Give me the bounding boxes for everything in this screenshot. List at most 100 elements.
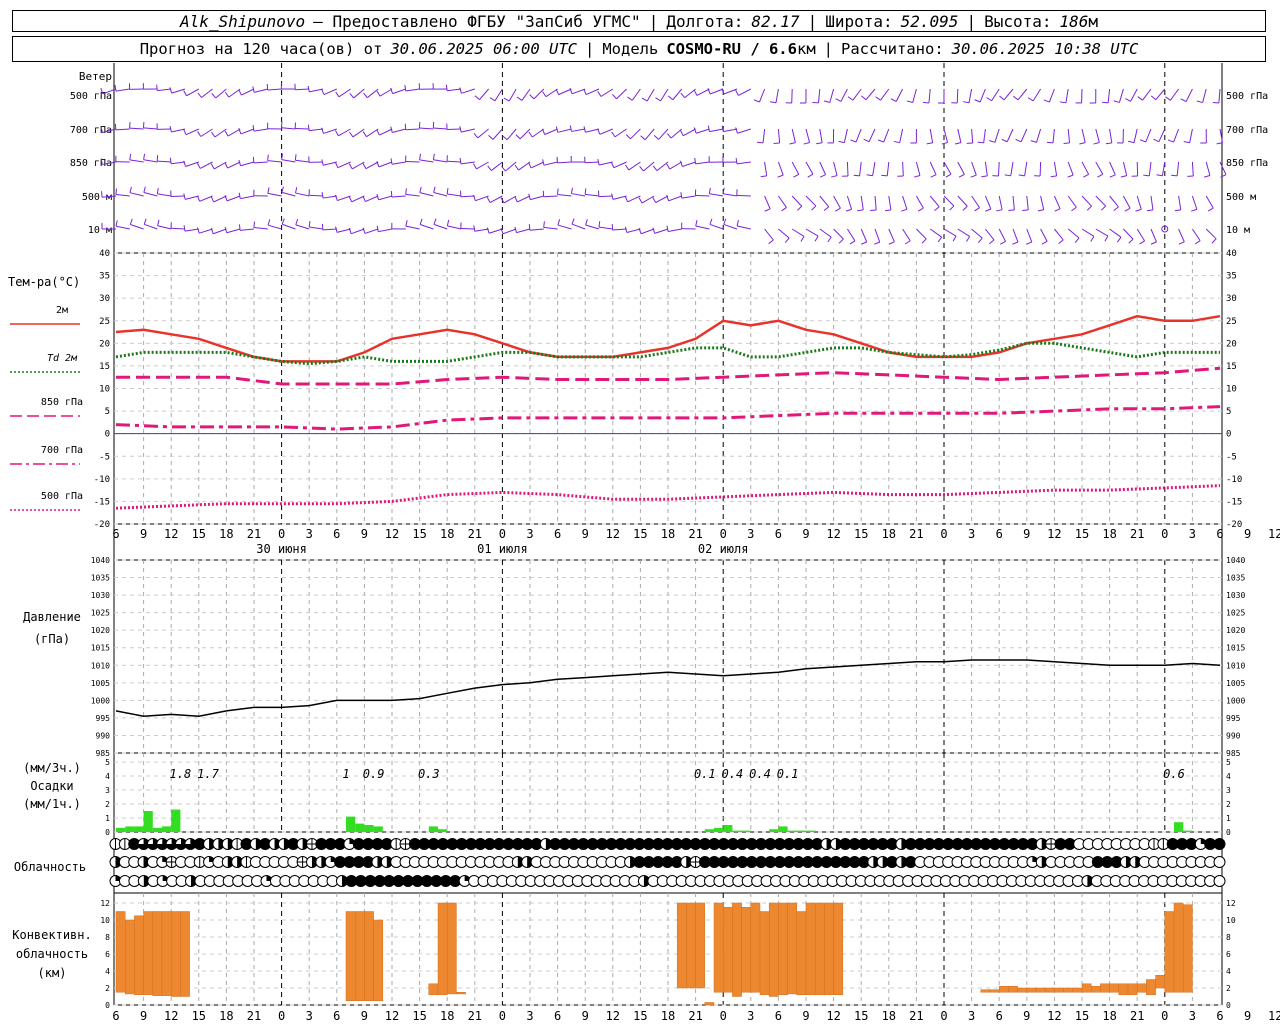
wind-barb-feather (1063, 142, 1070, 145)
time-tick-label: 0 (940, 527, 947, 541)
wind-barb (1020, 128, 1028, 143)
wind-barb-feather (1008, 209, 1015, 212)
time-tick-label: 6 (333, 527, 340, 541)
wind-barb-feather (757, 141, 764, 144)
wind-barb (695, 225, 710, 230)
wind-barb-feather (625, 134, 631, 140)
wind-barb-feather (307, 85, 310, 92)
wind-barb-feather (1018, 174, 1025, 177)
wind-barb (777, 128, 781, 143)
time-tick-label: 18 (440, 527, 454, 541)
wind-barb-feather (1165, 96, 1171, 101)
wind-barb-feather (847, 96, 854, 101)
y-tick-label: 1035 (91, 574, 110, 583)
wind-barb (228, 88, 241, 98)
wind-barb (214, 128, 227, 138)
wind-barb (627, 195, 641, 203)
y-tick-label: 0 (105, 828, 110, 837)
wind-barb (391, 195, 406, 198)
wind-barb-feather (708, 187, 711, 194)
wind-barb (322, 228, 337, 231)
time-tick-label: 18 (219, 1009, 233, 1023)
wind-barb-feather (890, 98, 897, 102)
precip-bar (438, 829, 448, 832)
conv-cloud-bar (1063, 987, 1074, 993)
precip-sum-label: 1 (342, 767, 349, 781)
wind-barb-feather (474, 95, 480, 101)
legend-label: 500 гПа (41, 491, 83, 502)
wind-barb-feather (941, 142, 948, 145)
y-tick-label: -5 (99, 452, 110, 462)
wind-barb-feather (156, 84, 158, 91)
wind-barb (1173, 128, 1180, 143)
wind-barb-feather (419, 218, 423, 225)
wind-barb-feather (985, 208, 992, 212)
wind-barb-feather (129, 218, 133, 225)
time-tick-label: 12 (826, 1009, 840, 1023)
y-tick-label: 1005 (1226, 679, 1245, 688)
wind-barb-feather (349, 131, 354, 138)
wind-barb (1205, 195, 1214, 209)
wind-barb-feather (784, 237, 790, 243)
precip-bar (741, 830, 751, 832)
time-tick-label: 6 (996, 1009, 1003, 1023)
wind-barb (843, 128, 848, 143)
time-tick-label: 12 (606, 527, 620, 541)
conv-cloud-bar (456, 992, 466, 995)
conv-cloud-bar (1182, 904, 1193, 993)
wind-barb (997, 161, 1000, 177)
wind-barb (508, 88, 517, 102)
wind-barb (994, 128, 1000, 143)
wind-barb (709, 223, 724, 230)
y-tick-label: 10 (1226, 916, 1236, 925)
wind-barb (630, 128, 641, 140)
pressure-title: Давление (23, 610, 81, 624)
wind-barb (185, 195, 199, 200)
wind-barb (998, 195, 1003, 210)
wind-barb (600, 88, 614, 97)
wind-barb (518, 161, 531, 171)
wind-barb (322, 195, 337, 199)
conv-cloud-bar (787, 902, 798, 995)
wind-barb-feather (267, 219, 271, 226)
wind-barb-feather (129, 186, 132, 193)
wind-barb (226, 195, 241, 202)
wind-barb (433, 159, 448, 163)
wind-barb (143, 159, 158, 163)
wind-barb (519, 128, 531, 140)
conv-cloud-bar (713, 902, 724, 993)
y-tick-label: 990 (1226, 731, 1241, 740)
wind-barb (819, 161, 827, 175)
wind-barb (530, 161, 545, 169)
y-tick-label: 2 (1226, 984, 1231, 993)
wind-barb-feather (196, 162, 201, 169)
conv-cloud-bar (778, 902, 788, 996)
wind-barb (613, 161, 627, 169)
wind-barb-feather (281, 218, 285, 225)
wind-barb (1081, 228, 1095, 237)
wind-barb-feather (294, 154, 297, 161)
y-tick-label: -5 (1226, 452, 1237, 462)
precip-sum-label: 0.1 (777, 767, 799, 781)
wind-barb (571, 88, 586, 95)
y-tick-label: 10 (1226, 385, 1237, 395)
y-tick-label: 5 (105, 407, 110, 417)
wind-barb (805, 128, 811, 143)
wind-barb-feather (211, 93, 217, 99)
wind-barb-feather (1196, 100, 1203, 104)
wind-barb (660, 88, 669, 102)
time-tick-label: 12 (385, 1009, 399, 1023)
conv-cloud-bar (768, 902, 779, 997)
time-tick-label: 9 (582, 1009, 589, 1023)
wind-barb-feather (866, 174, 873, 177)
wind-barb (308, 194, 324, 197)
wind-barb (240, 228, 255, 231)
time-tick-label: 3 (968, 527, 975, 541)
wind-barb-feather (977, 237, 983, 243)
wind-barb-feather (1013, 95, 1019, 101)
wind-barb (157, 225, 172, 230)
wind-barb (476, 161, 489, 170)
wind-barb-feather (695, 220, 698, 227)
wind-barb-feather (557, 219, 561, 226)
wind-barb (461, 88, 475, 94)
